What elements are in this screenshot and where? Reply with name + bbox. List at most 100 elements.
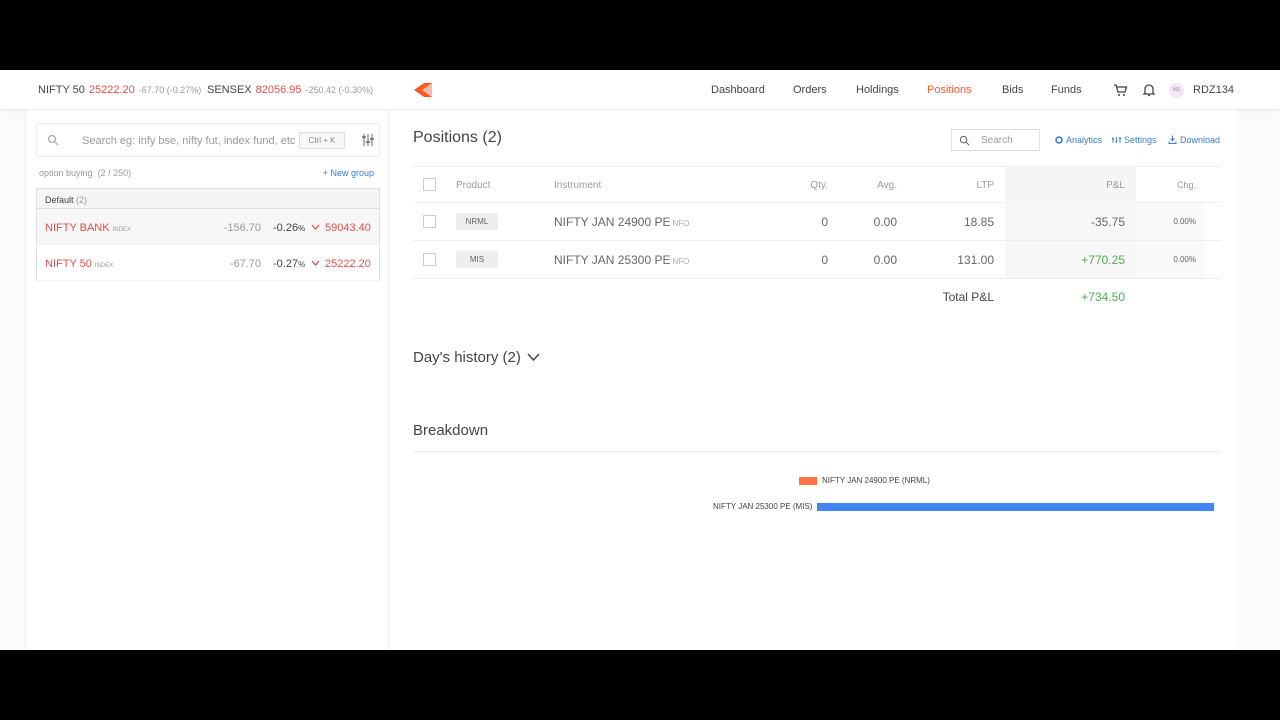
ticker-nifty[interactable]: NIFTY 50 25222.20 -67.70 (-0.27%) [38, 84, 201, 96]
ticker-sensex[interactable]: SENSEX 82056.95 -250.42 (-0.30%) [207, 84, 373, 96]
select-all-checkbox[interactable] [423, 178, 436, 191]
row-checkbox[interactable] [423, 215, 436, 228]
watchlist-percent: -0.26% [273, 222, 305, 234]
new-group-button[interactable]: + New group [323, 168, 374, 178]
col-ltp[interactable]: LTP [954, 180, 994, 191]
nav-orders[interactable]: Orders [793, 84, 827, 96]
user-id[interactable]: RDZ134 [1193, 84, 1234, 96]
qty-cell: 0 [821, 215, 828, 229]
watchlist-symbol-tag: INDEX [94, 263, 114, 269]
col-avg[interactable]: Avg. [857, 180, 897, 191]
new-group-label: New group [330, 168, 374, 178]
watchlist-name: option buying (2 / 250) [39, 168, 131, 178]
watchlist-change: -156.70 [223, 222, 261, 234]
group-header[interactable]: Default (2) [37, 189, 379, 209]
watchlist-group: Default (2) NIFTY BANK INDEX -156.70 -0.2… [36, 188, 380, 281]
letterbox-bottom [0, 650, 1280, 720]
watchlist-percent-value: -0.26 [273, 222, 299, 234]
total-row: Total P&L +734.50 [413, 279, 1221, 313]
app-screen: NIFTY 50 25222.20 -67.70 (-0.27%) SENSEX 82… [0, 70, 1280, 650]
search-shortcut-badge: Ctrl + K [299, 132, 345, 149]
instrument-cell: NIFTY JAN 25300 PE NFO [554, 253, 689, 267]
table-row[interactable]: MIS NIFTY JAN 25300 PE NFO 0 0.00 131.00 … [413, 241, 1221, 279]
total-pnl-label: Total P&L [942, 290, 994, 304]
chevron-down-icon [527, 353, 540, 362]
watchlist-percent-sign: % [298, 260, 306, 269]
pnl-cell: +770.25 [1081, 253, 1125, 267]
watchlist-item[interactable]: NIFTY 50 INDEX -67.70 -0.27% 25222.20 [37, 245, 379, 281]
plus-icon: + [322, 168, 328, 178]
bell-icon[interactable] [1141, 82, 1157, 98]
exchange-tag: NFO [672, 257, 690, 266]
table-row[interactable]: NRML NIFTY JAN 24900 PE NFO 0 0.00 18.85 … [413, 203, 1221, 241]
nav-holdings[interactable]: Holdings [856, 84, 899, 96]
download-label: Download [1180, 135, 1221, 145]
breakdown-bar [798, 477, 817, 485]
filter-icon[interactable] [361, 133, 375, 147]
positions-table: Product Instrument Qty. Avg. LTP P&L Chg… [413, 166, 1221, 313]
download-link[interactable]: Download [1168, 135, 1220, 145]
nav-dashboard[interactable]: Dashboard [711, 84, 765, 96]
table-header: Product Instrument Qty. Avg. LTP P&L Chg… [413, 166, 1221, 203]
total-pnl-value: +734.50 [1081, 290, 1125, 304]
chg-cell: 0.00% [1173, 217, 1196, 226]
col-product[interactable]: Product [456, 180, 490, 191]
positions-search-box[interactable]: Search [951, 129, 1040, 151]
kite-logo-icon[interactable] [414, 83, 432, 97]
watchlist-count: (2 / 250) [97, 168, 132, 178]
ticker-nifty-value: 25222.20 [88, 84, 135, 96]
row-checkbox[interactable] [423, 253, 436, 266]
ticker-nifty-name: NIFTY 50 [38, 84, 85, 96]
watchlist-percent: -0.27% [273, 258, 305, 270]
search-icon [47, 134, 59, 146]
analytics-link[interactable]: Analytics [1055, 135, 1102, 145]
ticker-sensex-value: 82056.95 [255, 84, 302, 96]
positions-search-input[interactable]: Search [981, 135, 1013, 146]
watchlist-ltp: 59043.40 [325, 222, 371, 234]
watchlist-change: -67.70 [229, 258, 261, 270]
instrument-search-box[interactable]: Search eg: infy bse, nifty fut, index fu… [36, 123, 380, 157]
ltp-cell: 18.85 [963, 215, 994, 229]
avg-cell: 0.00 [873, 253, 897, 267]
watchlist-ltp: 25222.20 [325, 258, 371, 270]
exchange-tag: NFO [672, 219, 690, 228]
avatar[interactable]: MS [1169, 83, 1184, 98]
page-title: Positions (2) [413, 129, 502, 146]
settings-link[interactable]: Settings [1112, 135, 1157, 145]
ticker-sensex-name: SENSEX [207, 84, 252, 96]
group-count: (2) [76, 195, 88, 205]
ltp-cell: 131.00 [957, 253, 994, 267]
days-history-toggle[interactable]: Day's history (2) [413, 349, 540, 366]
watchlist-symbol: NIFTY 50 INDEX [45, 258, 113, 270]
breakdown-bar-label: NIFTY JAN 24900 PE (NRML) [822, 476, 930, 485]
cart-icon[interactable] [1112, 82, 1128, 98]
watchlist-symbol-name: NIFTY BANK [45, 222, 110, 234]
analytics-label: Analytics [1066, 135, 1103, 145]
ticker-nifty-change: -67.70 (-0.27%) [138, 85, 202, 95]
col-qty[interactable]: Qty. [788, 180, 828, 191]
search-input[interactable]: Search eg: infy bse, nifty fut, index fu… [82, 135, 295, 147]
top-bar: NIFTY 50 25222.20 -67.70 (-0.27%) SENSEX 82… [0, 70, 1280, 110]
watchlist-symbol-tag: INDEX [112, 227, 131, 233]
analytics-icon [1055, 136, 1063, 144]
nav-funds[interactable]: Funds [1051, 84, 1082, 96]
col-instrument[interactable]: Instrument [554, 180, 601, 191]
marketwatch-sidebar: Search eg: infy bse, nifty fut, index fu… [25, 110, 389, 650]
breakdown-bar [817, 503, 1214, 511]
avg-cell: 0.00 [873, 215, 897, 229]
watchlist-item[interactable]: NIFTY BANK INDEX -156.70 -0.26% 59043.40 [37, 209, 379, 245]
positions-panel: Positions (2) Search Analytics Settings … [390, 110, 1237, 650]
product-badge: NRML [456, 213, 498, 230]
instrument-name: NIFTY JAN 24900 PE [554, 215, 671, 229]
col-chg[interactable]: Chg. [1166, 180, 1196, 190]
col-pnl[interactable]: P&L [1085, 180, 1125, 191]
nav-bids[interactable]: Bids [1002, 84, 1023, 96]
watchlist-percent-sign: % [298, 224, 306, 233]
download-icon [1168, 135, 1177, 144]
settings-label: Settings [1124, 135, 1157, 145]
nav-positions[interactable]: Positions [927, 84, 972, 96]
watchlist-symbol-name: NIFTY 50 [45, 258, 92, 270]
breakdown-title: Breakdown [413, 422, 489, 439]
chevron-down-icon [311, 224, 320, 230]
watchlist-symbol: NIFTY BANK INDEX [45, 222, 131, 234]
